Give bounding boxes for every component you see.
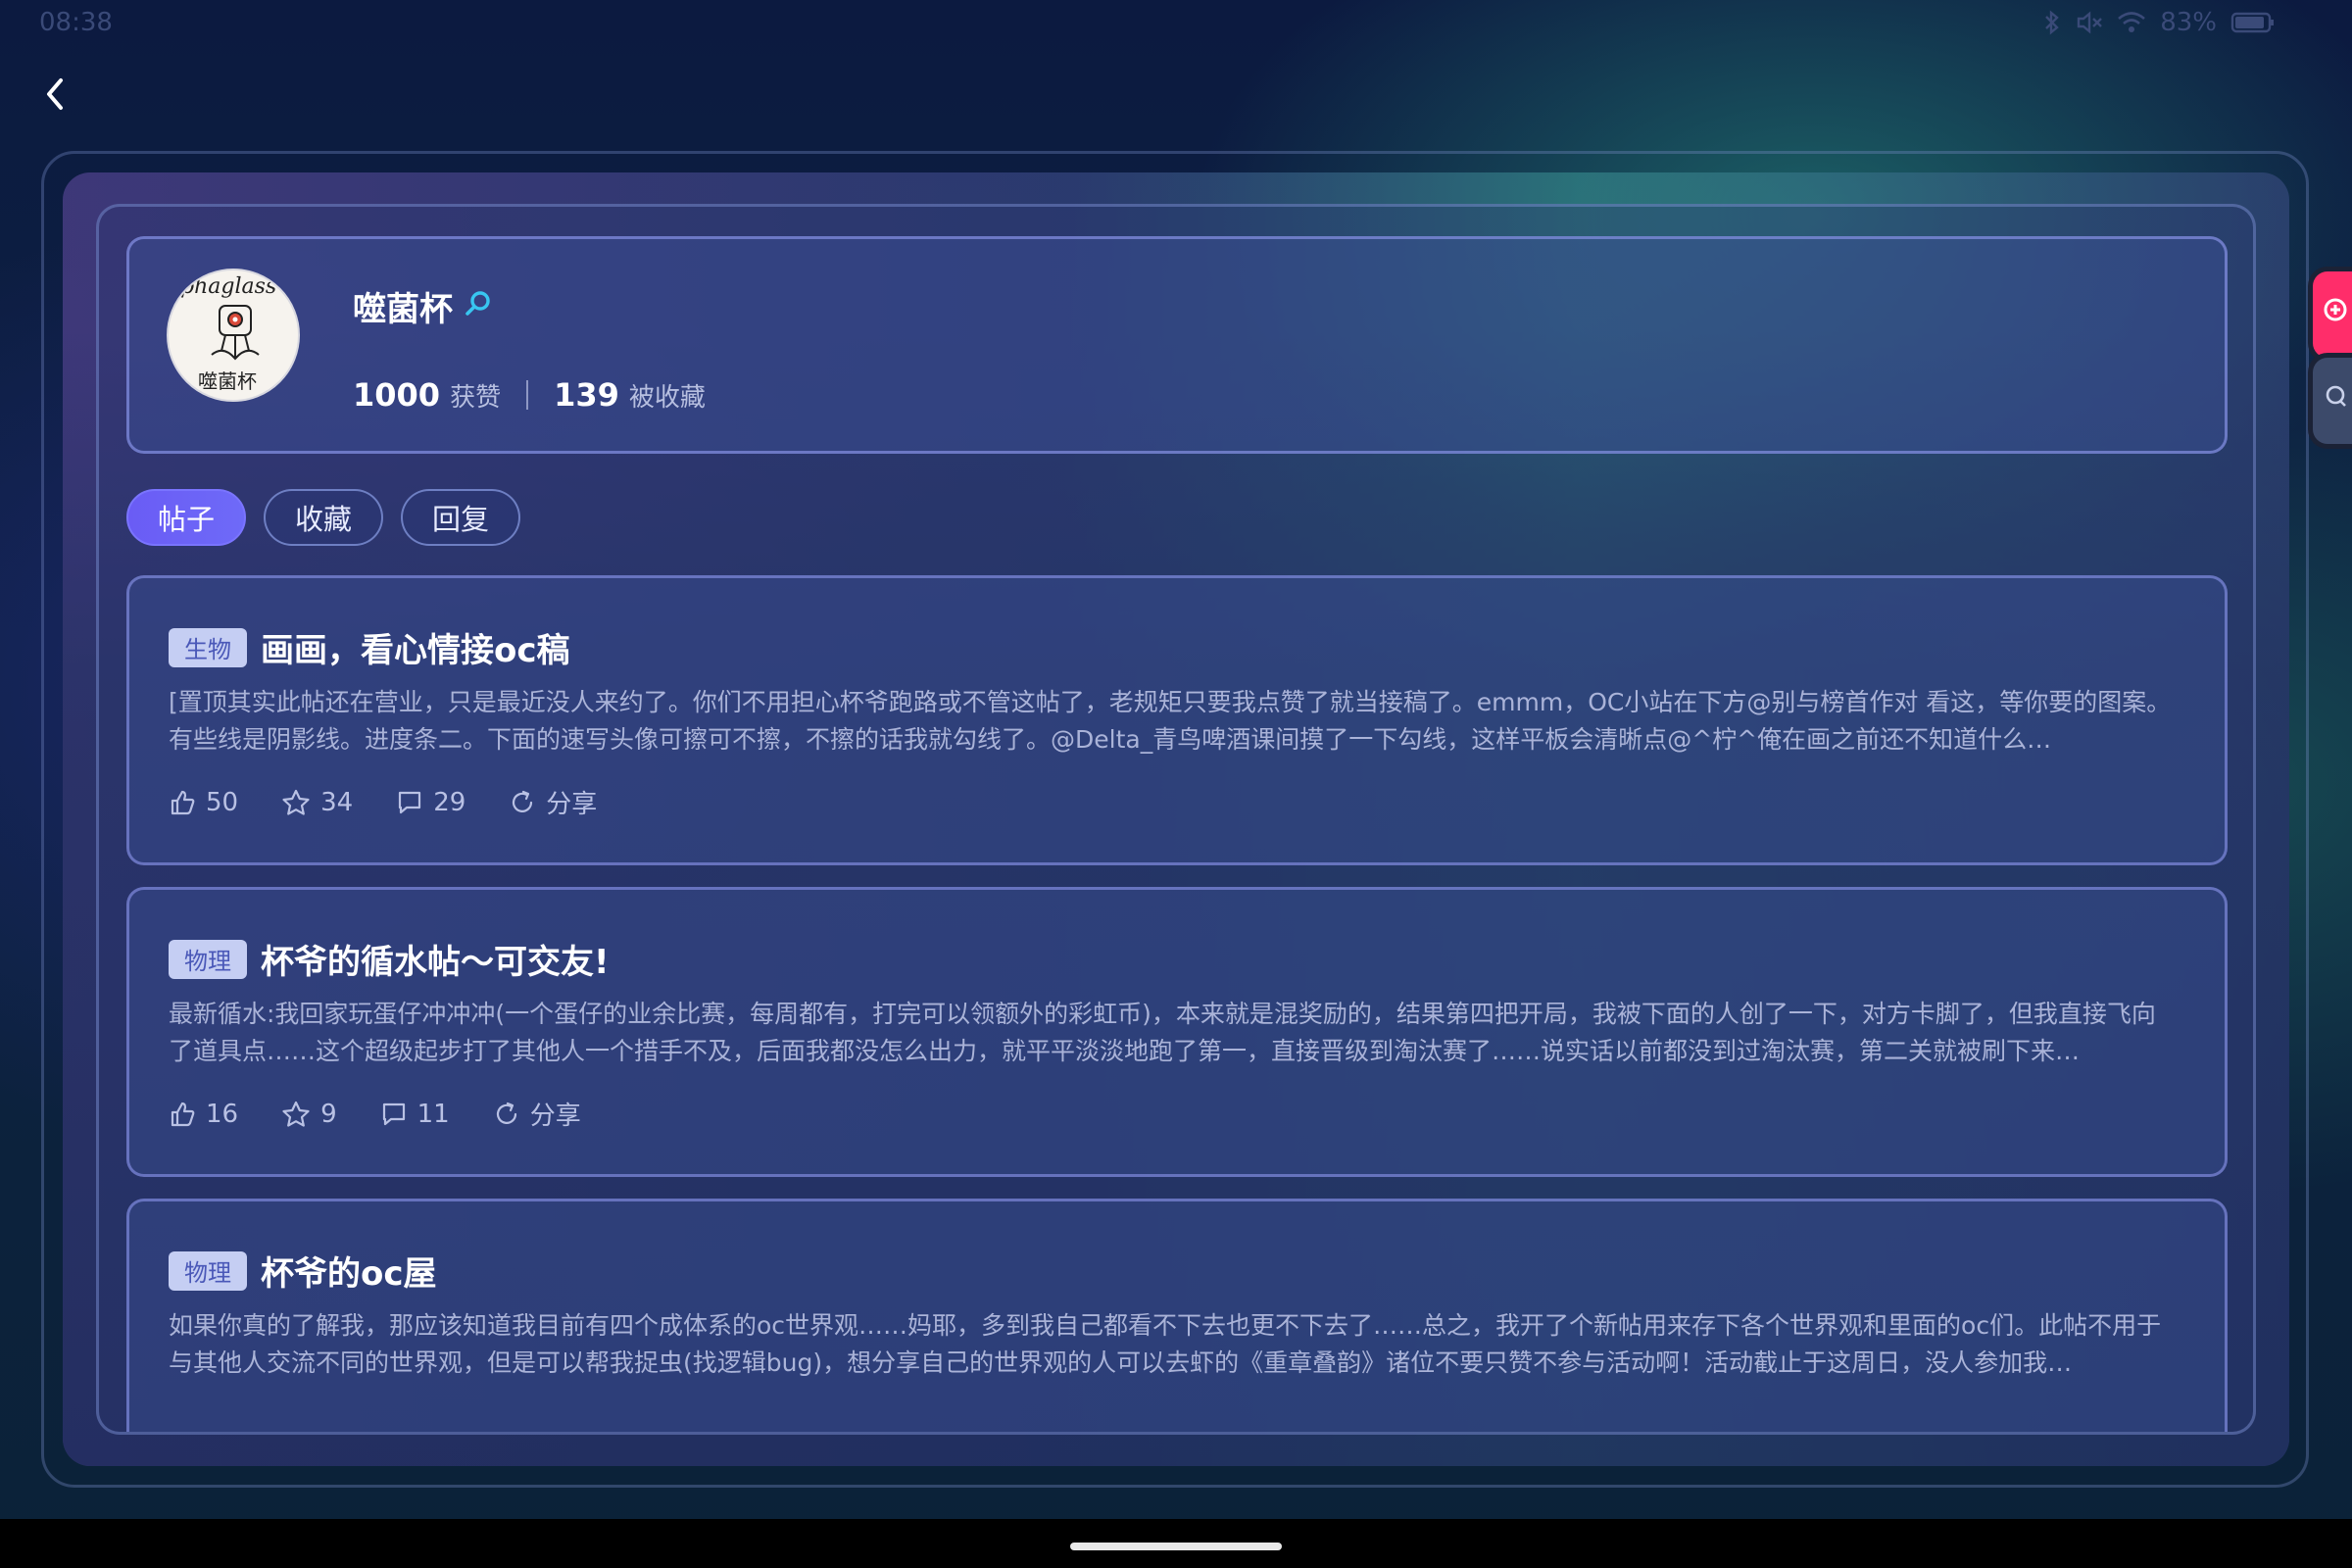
wifi-icon [2117,10,2146,35]
post-excerpt: [置顶其实此帖还在营业，只是最近没人来约了。你们不用担心杯爷跑路或不管这帖了，老… [169,688,2172,754]
comment-count: 11 [416,1099,450,1129]
post-card[interactable]: 生物 画画，看心情接oc稿 [置顶其实此帖还在营业，只是最近没人来约了。你们不用… [126,575,2228,865]
favorite-count: 9 [320,1099,337,1129]
share-icon [513,790,533,812]
post-excerpt: 如果你真的了解我，那应该知道我目前有四个成体系的oc世界观……妈耶，多到我自己都… [169,1311,2162,1377]
profile-card: phaglass 噬菌杯 噬菌杯 1000 获赞 139 被收藏 [126,236,2228,454]
avatar-text-bottom: 噬菌杯 [198,369,257,393]
star-icon [282,1101,310,1127]
like-count: 16 [206,1099,239,1129]
status-time: 08:38 [39,8,113,37]
share-label: 分享 [546,790,598,819]
mute-icon [2076,10,2103,35]
battery-percent: 83% [2160,8,2217,37]
plus-circle-icon [2324,298,2347,321]
post-title[interactable]: 杯爷的循水帖～可交友! [261,935,610,983]
post-card[interactable]: 物理 杯爷的循水帖～可交友! 最新循水:我回家玩蛋仔冲冲冲(一个蛋仔的业余比赛，… [126,887,2228,1177]
favorite-count: 34 [320,787,354,817]
post-header: 物理 杯爷的oc屋 [169,1247,437,1295]
comment-button[interactable]: 29 [396,788,466,817]
post-header: 生物 画画，看心情接oc稿 [169,623,570,671]
search-badge-icon[interactable] [463,288,494,323]
share-label: 分享 [529,1102,581,1131]
comment-count: 29 [433,787,466,817]
stats-divider [526,380,529,410]
floating-search-button[interactable] [2308,353,2352,449]
tab-favorites[interactable]: 收藏 [264,489,384,546]
comment-icon [399,791,421,813]
star-icon [282,789,310,815]
username: 噬菌杯 [353,290,453,329]
search-icon [2326,385,2346,407]
post-header: 物理 杯爷的循水帖～可交友! [169,935,610,983]
profile-tabs: 帖子 收藏 回复 [126,489,521,546]
post-actions: 16 9 11 分享 [169,1096,581,1132]
share-button[interactable]: 分享 [509,784,597,820]
status-icons: 83% [2042,8,2276,37]
favorites-label: 被收藏 [628,383,706,413]
like-count: 50 [206,787,239,817]
like-button[interactable]: 50 [169,788,238,817]
avatar-drawing-icon [211,305,260,361]
thumbs-up-icon [171,790,195,814]
post-excerpt: 最新循水:我回家玩蛋仔冲冲冲(一个蛋仔的业余比赛，每周都有，打完可以领额外的彩虹… [169,1000,2156,1065]
post-card[interactable]: 物理 杯爷的oc屋 如果你真的了解我，那应该知道我目前有四个成体系的oc世界观…… [126,1199,2228,1432]
thumbs-up-icon [171,1102,195,1126]
tab-replies[interactable]: 回复 [401,489,521,546]
chevron-left-icon [47,78,63,110]
tab-posts[interactable]: 帖子 [126,489,247,546]
post-actions: 50 34 29 分享 [169,784,597,820]
favorites-count: 139 [554,376,619,414]
back-button[interactable] [35,74,74,114]
likes-label: 获赞 [450,383,502,413]
post-title[interactable]: 画画，看心情接oc稿 [261,623,570,671]
bluetooth-icon [2042,10,2062,35]
floating-action-button[interactable] [2308,267,2352,363]
status-bar: 08:38 83% [0,0,2352,47]
comment-button[interactable]: 11 [380,1100,450,1129]
comment-icon [382,1102,405,1125]
post-tag[interactable]: 生物 [169,627,247,667]
favorite-button[interactable]: 9 [281,1100,337,1129]
avatar[interactable]: phaglass 噬菌杯 [167,269,300,402]
share-button[interactable]: 分享 [493,1096,581,1132]
avatar-text-top: phaglass [180,274,277,299]
likes-count: 1000 [353,376,441,414]
home-indicator[interactable] [1070,1543,1282,1550]
favorite-button[interactable]: 34 [281,788,353,817]
battery-icon [2230,10,2276,35]
like-button[interactable]: 16 [169,1100,238,1129]
post-title[interactable]: 杯爷的oc屋 [261,1247,437,1295]
post-tag[interactable]: 物理 [169,1250,247,1291]
post-tag[interactable]: 物理 [169,939,247,979]
profile-stats: 1000 获赞 139 被收藏 [353,376,706,414]
share-icon [496,1102,516,1124]
system-navigation-bar [0,1519,2352,1568]
profile-panel: phaglass 噬菌杯 噬菌杯 1000 获赞 139 被收藏 帖子 收藏 回… [96,204,2256,1435]
